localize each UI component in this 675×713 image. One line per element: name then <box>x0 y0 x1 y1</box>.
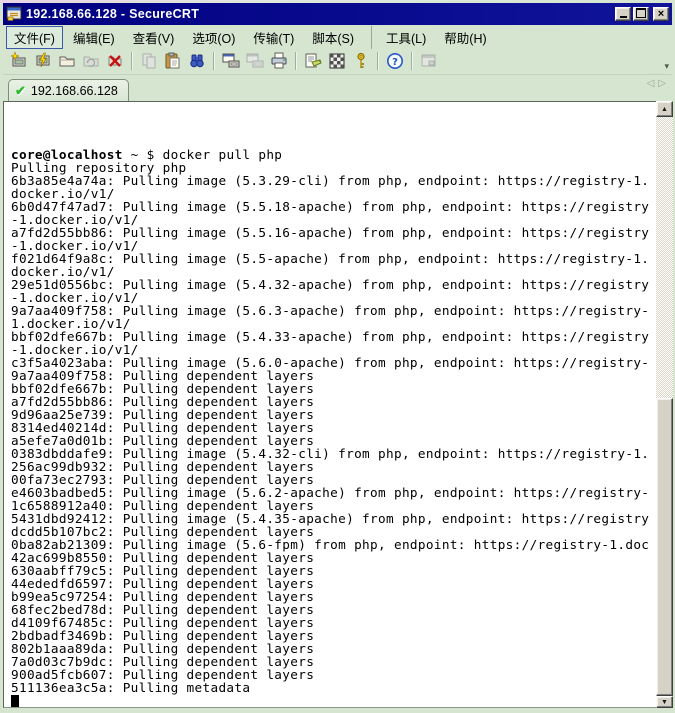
vertical-scrollbar[interactable]: ▲ ▼ <box>656 101 673 708</box>
menu-bar: 文件(F)编辑(E)查看(V)选项(O)传输(T)脚本(S) 工具(L)帮助(H) <box>3 26 672 48</box>
tab-label: 192.168.66.128 <box>31 84 118 98</box>
terminal-screen[interactable]: core@localhost ~ $ docker pull php Pulli… <box>3 101 656 708</box>
scroll-up-icon: ▲ <box>661 106 668 113</box>
minimize-icon <box>620 16 627 18</box>
disconnect-icon[interactable] <box>103 50 127 72</box>
toolbar: ? ▾ <box>3 48 672 75</box>
help-icon[interactable]: ? <box>383 50 407 72</box>
minimize-button[interactable] <box>615 7 631 21</box>
scroll-down-icon: ▼ <box>661 699 668 706</box>
menu-item[interactable]: 帮助(H) <box>436 26 494 49</box>
menu-item[interactable]: 工具(L) <box>371 26 434 49</box>
menu-item[interactable]: 传输(T) <box>245 26 302 49</box>
maximize-button[interactable] <box>633 7 649 21</box>
connect-icon[interactable] <box>31 50 55 72</box>
tab-bar: ✔ 192.168.66.128 ◁▷ <box>3 75 672 101</box>
find-icon[interactable] <box>185 50 209 72</box>
terminal-line: 511136ea3c5a: Pulling metadata <box>11 681 656 694</box>
new-window-icon[interactable] <box>417 50 441 72</box>
terminal-output: Pulling repository php6b3a85e4a74a: Pull… <box>11 161 656 694</box>
menu-item[interactable]: 编辑(E) <box>65 26 123 49</box>
session-tab[interactable]: ✔ 192.168.66.128 <box>8 79 129 101</box>
tab-scroll-left-icon[interactable]: ◁ <box>647 78 659 89</box>
tab-scroll-right-icon[interactable]: ▷ <box>658 78 670 89</box>
toolbar-separator <box>213 52 215 70</box>
reconnect-icon[interactable] <box>79 50 103 72</box>
print-screen-icon[interactable] <box>219 50 243 72</box>
toolbar-separator <box>131 52 133 70</box>
menu-item[interactable]: 选项(O) <box>184 26 243 49</box>
close-button[interactable]: × <box>653 7 669 21</box>
window-title: 192.168.66.128 - SecureCRT <box>26 7 615 21</box>
scroll-up-button[interactable]: ▲ <box>656 101 673 117</box>
copy-icon[interactable] <box>137 50 161 72</box>
maximize-icon <box>636 8 646 18</box>
menu-item[interactable]: 脚本(S) <box>304 26 362 49</box>
key-icon[interactable] <box>349 50 373 72</box>
menu-item[interactable]: 文件(F) <box>6 26 63 49</box>
tab-scroll-arrows[interactable]: ◁▷ <box>647 78 670 89</box>
session-options-icon[interactable] <box>301 50 325 72</box>
quick-connect-icon[interactable] <box>7 50 31 72</box>
toolbar-separator <box>295 52 297 70</box>
menu-item[interactable]: 查看(V) <box>125 26 183 49</box>
close-icon: × <box>658 9 664 19</box>
cursor-line <box>11 694 656 707</box>
sessions-folder-icon[interactable] <box>55 50 79 72</box>
terminal-cursor <box>11 695 19 707</box>
print-icon[interactable] <box>267 50 291 72</box>
securecrt-app-icon[interactable] <box>6 6 22 22</box>
global-options-icon[interactable] <box>325 50 349 72</box>
print-selection-icon[interactable] <box>243 50 267 72</box>
toolbar-separator <box>411 52 413 70</box>
toolbar-separator <box>377 52 379 70</box>
scroll-down-button[interactable]: ▼ <box>656 696 673 708</box>
toolbar-overflow-chevron[interactable]: ▾ <box>664 62 669 71</box>
connected-check-icon: ✔ <box>15 83 26 99</box>
svg-text:?: ? <box>392 57 398 68</box>
paste-icon[interactable] <box>161 50 185 72</box>
title-bar: 192.168.66.128 - SecureCRT × <box>3 3 672 25</box>
scrollbar-thumb[interactable] <box>656 398 673 696</box>
